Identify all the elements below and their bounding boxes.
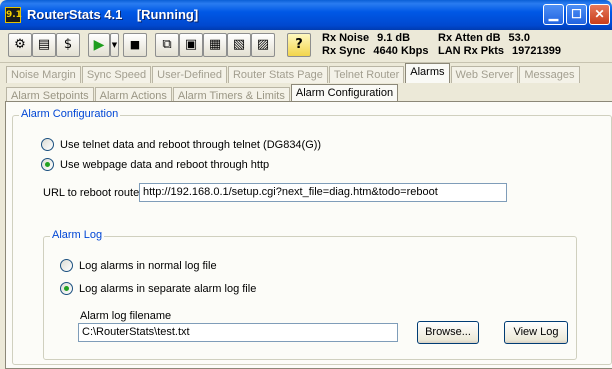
radio-normal-log-button[interactable] xyxy=(60,259,73,272)
alarm-log-legend: Alarm Log xyxy=(50,229,105,241)
run-state: [Running] xyxy=(136,7,199,22)
radio-normal-log-label: Log alarms in normal log file xyxy=(79,259,217,272)
radio-telnet-label: Use telnet data and reboot through telne… xyxy=(60,138,322,151)
alarm-configuration-panel: Alarm Configuration Use telnet data and … xyxy=(5,101,612,369)
close-icon: ✕ xyxy=(594,7,605,21)
rx-sync-label: Rx Sync xyxy=(322,45,366,57)
view-log-button[interactable]: View Log xyxy=(504,321,568,344)
browse-button[interactable]: Browse... xyxy=(417,321,479,344)
window-title: RouterStats 4.1 [Running] xyxy=(27,7,198,22)
lan-rx-value: 19721399 xyxy=(512,45,561,57)
help-icon: ? xyxy=(295,37,303,52)
alarm-configuration-legend: Alarm Configuration xyxy=(19,108,121,120)
url-label: URL to reboot router xyxy=(43,187,143,199)
radio-telnet[interactable]: Use telnet data and reboot through telne… xyxy=(41,138,321,151)
alarm-configuration-group: Alarm Configuration Use telnet data and … xyxy=(12,108,612,365)
maximize-icon: ☐ xyxy=(571,7,582,21)
tab-web-server[interactable]: Web Server xyxy=(450,66,519,83)
tab-messages[interactable]: Messages xyxy=(519,66,580,83)
reboot-url-field[interactable]: http://192.168.0.1/setup.cgi?next_file=d… xyxy=(139,183,507,202)
router-connect-button[interactable]: ⚙ xyxy=(8,33,32,57)
radio-separate-log-button[interactable] xyxy=(60,282,73,295)
minimize-button[interactable]: ▁ xyxy=(543,4,564,25)
close-button[interactable]: ✕ xyxy=(589,4,610,25)
report-settings-button[interactable]: ▨ xyxy=(251,33,275,57)
rx-atten-readout: Rx Atten dB 53.0 xyxy=(438,32,530,44)
maximize-button[interactable]: ☐ xyxy=(566,4,587,25)
currency-button[interactable]: $ xyxy=(56,33,80,57)
stop-button[interactable]: ■ xyxy=(123,33,147,57)
tab-alarms[interactable]: Alarms xyxy=(405,63,450,83)
copy-icon: ⧉ xyxy=(162,37,172,52)
start-button[interactable]: ▶ xyxy=(88,33,110,57)
paste-button[interactable]: ▣ xyxy=(179,33,203,57)
radio-separate-log[interactable]: Log alarms in separate alarm log file xyxy=(60,282,256,295)
report-alt-button[interactable]: ▧ xyxy=(227,33,251,57)
radio-webpage-button[interactable] xyxy=(41,158,54,171)
radio-webpage-label: Use webpage data and reboot through http xyxy=(60,158,270,171)
start-dropdown[interactable]: ▼ xyxy=(110,33,119,57)
tab-sync-speed[interactable]: Sync Speed xyxy=(81,66,152,83)
save-icon: ▤ xyxy=(37,37,51,52)
main-tab-strip: Noise Margin Sync Speed User-Defined Rou… xyxy=(6,63,581,83)
minimize-icon: ▁ xyxy=(548,7,559,21)
report-alt-icon: ▧ xyxy=(232,37,246,52)
report-button[interactable]: ▦ xyxy=(203,33,227,57)
app-name: RouterStats 4.1 xyxy=(27,7,123,22)
currency-icon: $ xyxy=(63,37,73,52)
rx-noise-label: Rx Noise xyxy=(322,32,370,44)
alarm-log-group: Alarm Log Log alarms in normal log file … xyxy=(43,229,577,360)
lan-rx-label: LAN Rx Pkts xyxy=(438,45,505,57)
rx-noise-readout: Rx Noise 9.1 dB xyxy=(322,32,410,44)
help-button[interactable]: ? xyxy=(287,33,311,57)
paste-icon: ▣ xyxy=(184,37,198,52)
tab-telnet-router[interactable]: Telnet Router xyxy=(328,66,405,83)
alarm-log-filename-field[interactable]: C:\RouterStats\test.txt xyxy=(78,323,398,342)
tab-user-defined[interactable]: User-Defined xyxy=(152,66,227,83)
rx-sync-value: 4640 Kbps xyxy=(373,45,429,57)
save-button[interactable]: ▤ xyxy=(32,33,56,57)
radio-separate-log-label: Log alarms in separate alarm log file xyxy=(79,282,257,295)
play-icon: ▶ xyxy=(93,37,105,53)
alarm-log-filename-label: Alarm log filename xyxy=(80,310,172,322)
copy-button[interactable]: ⧉ xyxy=(155,33,179,57)
rx-atten-value: 53.0 xyxy=(508,32,530,44)
dropdown-icon: ▼ xyxy=(111,41,118,49)
radio-webpage[interactable]: Use webpage data and reboot through http xyxy=(41,158,269,171)
rx-atten-label: Rx Atten dB xyxy=(438,32,501,44)
app-icon[interactable]: 9.1 xyxy=(5,7,22,23)
rx-noise-value: 9.1 dB xyxy=(377,32,411,44)
router-connect-icon: ⚙ xyxy=(14,37,26,52)
lan-rx-readout: LAN Rx Pkts 19721399 xyxy=(438,45,561,57)
radio-telnet-button[interactable] xyxy=(41,138,54,151)
stop-icon: ■ xyxy=(129,38,141,51)
title-bar[interactable]: 9.1 RouterStats 4.1 [Running] ▁ ☐ ✕ xyxy=(0,0,612,30)
rx-sync-readout: Rx Sync 4640 Kbps xyxy=(322,45,428,57)
tab-router-stats-page[interactable]: Router Stats Page xyxy=(227,66,328,83)
report-settings-icon: ▨ xyxy=(256,37,270,52)
radio-normal-log[interactable]: Log alarms in normal log file xyxy=(60,259,217,272)
tab-noise-margin[interactable]: Noise Margin xyxy=(6,66,81,83)
report-icon: ▦ xyxy=(208,37,222,52)
